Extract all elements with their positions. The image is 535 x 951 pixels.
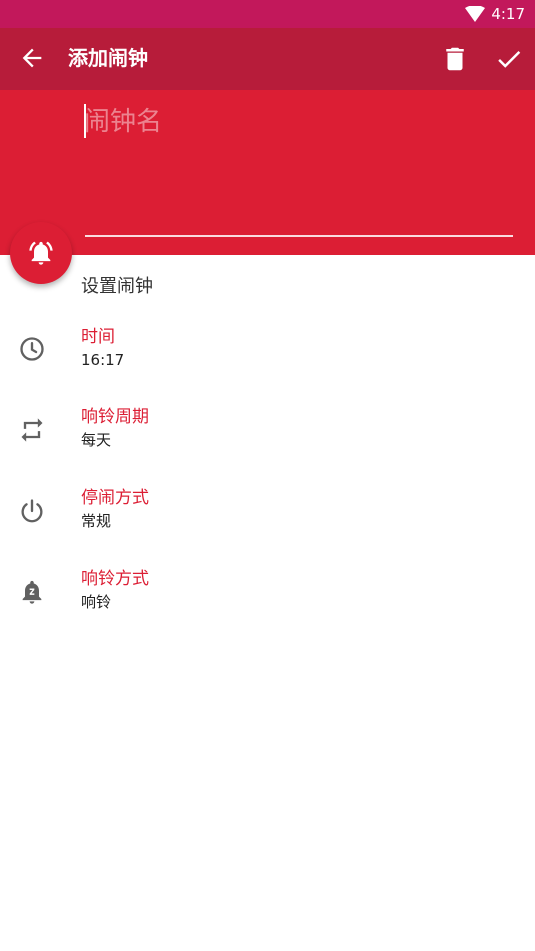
check-icon[interactable] xyxy=(494,44,524,74)
status-time: 4:17 xyxy=(491,5,525,23)
setting-value: 响铃 xyxy=(81,593,112,611)
setting-row-time[interactable]: 时间 16:17 xyxy=(0,326,535,396)
power-icon xyxy=(21,499,43,523)
alarm-ringing-icon xyxy=(29,241,53,265)
setting-label: 时间 xyxy=(81,327,115,347)
alarm-name-area xyxy=(0,90,535,255)
clock-icon xyxy=(20,337,44,361)
back-arrow-icon[interactable] xyxy=(18,44,46,72)
setting-row-stop-mode[interactable]: 停闹方式 常规 xyxy=(0,487,535,557)
section-title: 设置闹钟 xyxy=(81,276,153,297)
setting-label: 响铃周期 xyxy=(81,407,149,427)
app-bar: 添加闹钟 xyxy=(0,28,535,90)
setting-label: 停闹方式 xyxy=(81,488,149,508)
bell-snooze-icon xyxy=(22,580,42,604)
setting-value: 常规 xyxy=(81,512,112,530)
setting-row-ring-mode[interactable]: 响铃方式 响铃 xyxy=(0,568,535,638)
setting-value: 16:17 xyxy=(81,351,125,369)
input-underline xyxy=(85,235,513,237)
setting-row-repeat[interactable]: 响铃周期 每天 xyxy=(0,406,535,476)
status-bar: 4:17 xyxy=(0,0,535,28)
alarm-name-input[interactable] xyxy=(84,102,514,142)
wifi-icon xyxy=(465,6,485,22)
delete-icon[interactable] xyxy=(440,44,470,74)
setting-value: 每天 xyxy=(81,431,112,449)
text-cursor xyxy=(84,104,86,138)
alarm-fab-button[interactable] xyxy=(10,222,72,284)
page-title: 添加闹钟 xyxy=(68,46,148,70)
repeat-icon xyxy=(21,418,43,442)
setting-label: 响铃方式 xyxy=(81,569,149,589)
